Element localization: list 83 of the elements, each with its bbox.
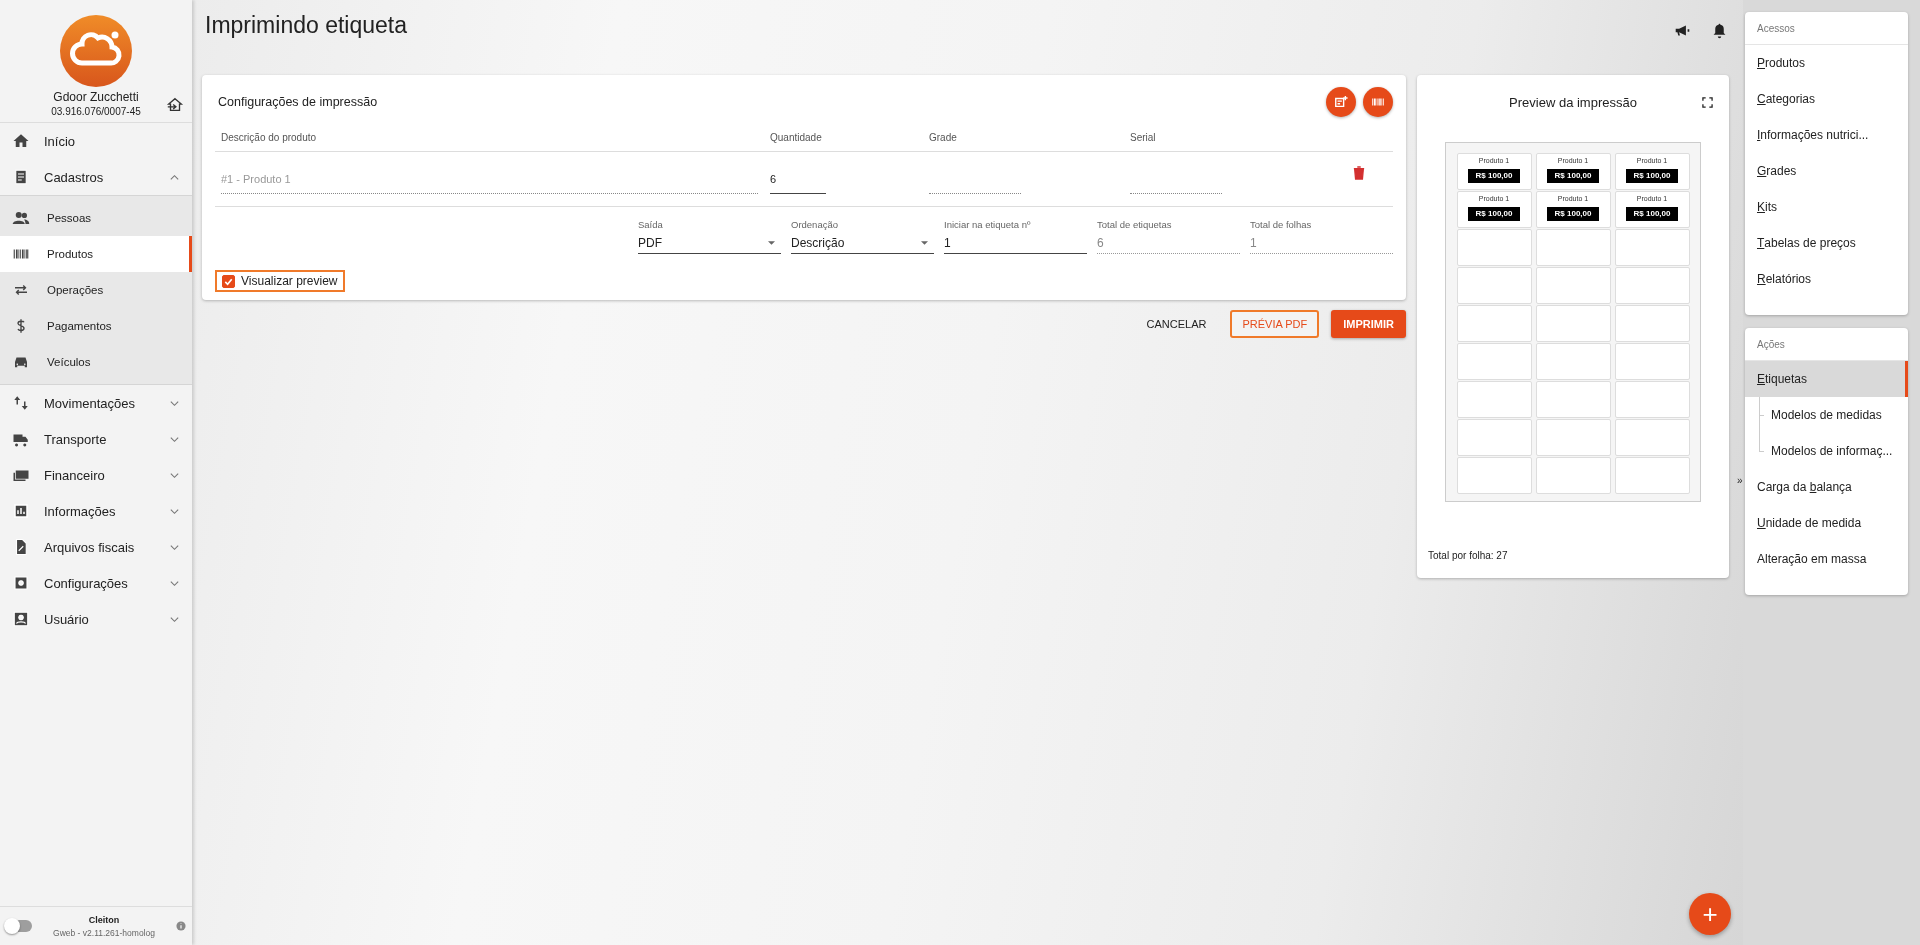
menu-item-icon [12, 132, 30, 150]
card-title: Configurações de impressão [218, 95, 378, 109]
select-field[interactable]: Descrição [791, 233, 934, 254]
quantity-field[interactable]: 6 [770, 173, 826, 194]
price-tag: R$ 100,00 [1467, 169, 1521, 183]
house-arrow-icon[interactable] [166, 96, 184, 114]
submenu-item[interactable]: Operações [0, 272, 192, 308]
menu-item-icon [12, 502, 30, 520]
theme-toggle[interactable] [6, 920, 32, 932]
section-title: Acessos [1745, 12, 1908, 45]
nav-item[interactable]: Cadastros [0, 159, 192, 195]
column-header: Serial [1129, 132, 1157, 145]
version-text: Gweb - v2.11.261-homolog [53, 927, 155, 938]
menu-item-icon [12, 394, 30, 412]
shortcut-item[interactable]: Carga da balança [1745, 469, 1908, 505]
cloud-logo-icon [60, 15, 132, 87]
shortcut-item[interactable]: Etiquetas [1745, 361, 1908, 397]
shortcut-item[interactable]: Unidade de medida [1745, 505, 1908, 541]
product-field: #1 - Produto 1 [221, 173, 758, 185]
company-name: Gdoor Zucchetti [53, 90, 139, 104]
column-header: Quantidade [769, 132, 823, 145]
submenu-item[interactable]: Pessoas [0, 200, 192, 236]
user-name: Cleiton [88, 914, 120, 925]
nav-item[interactable]: Configurações [0, 565, 192, 601]
nav-item[interactable]: Transporte [0, 421, 192, 457]
select-field[interactable]: PDF [638, 233, 781, 254]
add-fab[interactable]: + [1689, 893, 1731, 935]
preview-checkbox[interactable]: Visualizar preview [215, 270, 345, 292]
nav-item[interactable]: Arquivos fiscais [0, 529, 192, 565]
page-title: Imprimindo etiqueta [205, 11, 407, 39]
nav-item[interactable]: Financeiro [0, 457, 192, 493]
shortcut-item[interactable]: Grades [1745, 153, 1908, 189]
shortcut-item[interactable]: Tabelas de preços [1745, 225, 1908, 261]
add-document-icon [1334, 95, 1348, 109]
nav-item[interactable]: Informações [0, 493, 192, 529]
input-field: 1 [1250, 233, 1393, 254]
field-label: Saída [638, 219, 664, 230]
shortcut-item[interactable]: Informações nutrici... [1745, 117, 1908, 153]
cancel-button[interactable]: CANCELAR [1134, 310, 1219, 338]
company-document: 03.916.076/0007-45 [51, 106, 141, 117]
shortcut-item[interactable]: Categorias [1745, 81, 1908, 117]
add-label-button[interactable] [1326, 87, 1356, 117]
input-field[interactable]: 1 [944, 233, 1087, 254]
submenu-item[interactable]: Produtos [0, 236, 192, 272]
nav-item[interactable]: Movimentações [0, 385, 192, 421]
column-header: Grade [928, 132, 958, 145]
trash-icon[interactable] [1353, 166, 1365, 180]
barcode-button[interactable] [1363, 87, 1393, 117]
submenu-item[interactable]: Pagamentos [0, 308, 192, 344]
fullscreen-icon[interactable] [1702, 97, 1713, 108]
checkbox-icon[interactable] [222, 274, 235, 288]
field-label: Total de folhas [1250, 219, 1313, 230]
info-icon[interactable] [176, 921, 186, 931]
bell-icon[interactable] [1711, 21, 1728, 39]
shortcut-subitem[interactable]: Modelos de informaç... [1745, 433, 1908, 469]
input-field: 6 [1097, 233, 1240, 254]
field-label: Ordenação [791, 219, 839, 230]
preview-title: Preview da impressão [1509, 95, 1637, 110]
total-per-sheet: Total por folha: 27 [1428, 550, 1508, 561]
print-button[interactable]: IMPRIMIR [1331, 310, 1406, 338]
price-tag: R$ 100,00 [1467, 207, 1521, 221]
submenu-item-icon [12, 209, 30, 227]
menu-item-icon [12, 610, 30, 628]
price-tag: R$ 100,00 [1546, 207, 1600, 221]
shortcut-item[interactable]: Relatórios [1745, 261, 1908, 297]
shortcut-item[interactable]: Alteração em massa [1745, 541, 1908, 577]
nav-item[interactable]: Início [0, 123, 192, 159]
submenu-item[interactable]: Veículos [0, 344, 192, 380]
price-tag: R$ 100,00 [1625, 169, 1679, 183]
shortcut-item[interactable]: Kits [1745, 189, 1908, 225]
field-label: Total de etiquetas [1097, 219, 1173, 230]
shortcut-subitem[interactable]: Modelos de medidas [1745, 397, 1908, 433]
field-label: Iniciar na etiqueta nº [944, 219, 1032, 230]
price-tag: R$ 100,00 [1625, 207, 1679, 221]
column-header: Descrição do produto [220, 132, 318, 145]
caret-icon [921, 241, 928, 245]
price-tag: R$ 100,00 [1546, 169, 1600, 183]
menu-item-icon [12, 574, 30, 592]
pdf-preview-button[interactable]: PRÉVIA PDF [1230, 310, 1320, 338]
nav-item[interactable]: Usuário [0, 601, 192, 637]
collapse-glyph[interactable]: » [1737, 475, 1743, 486]
shortcut-item[interactable]: Produtos [1745, 45, 1908, 81]
caret-icon [768, 241, 775, 245]
